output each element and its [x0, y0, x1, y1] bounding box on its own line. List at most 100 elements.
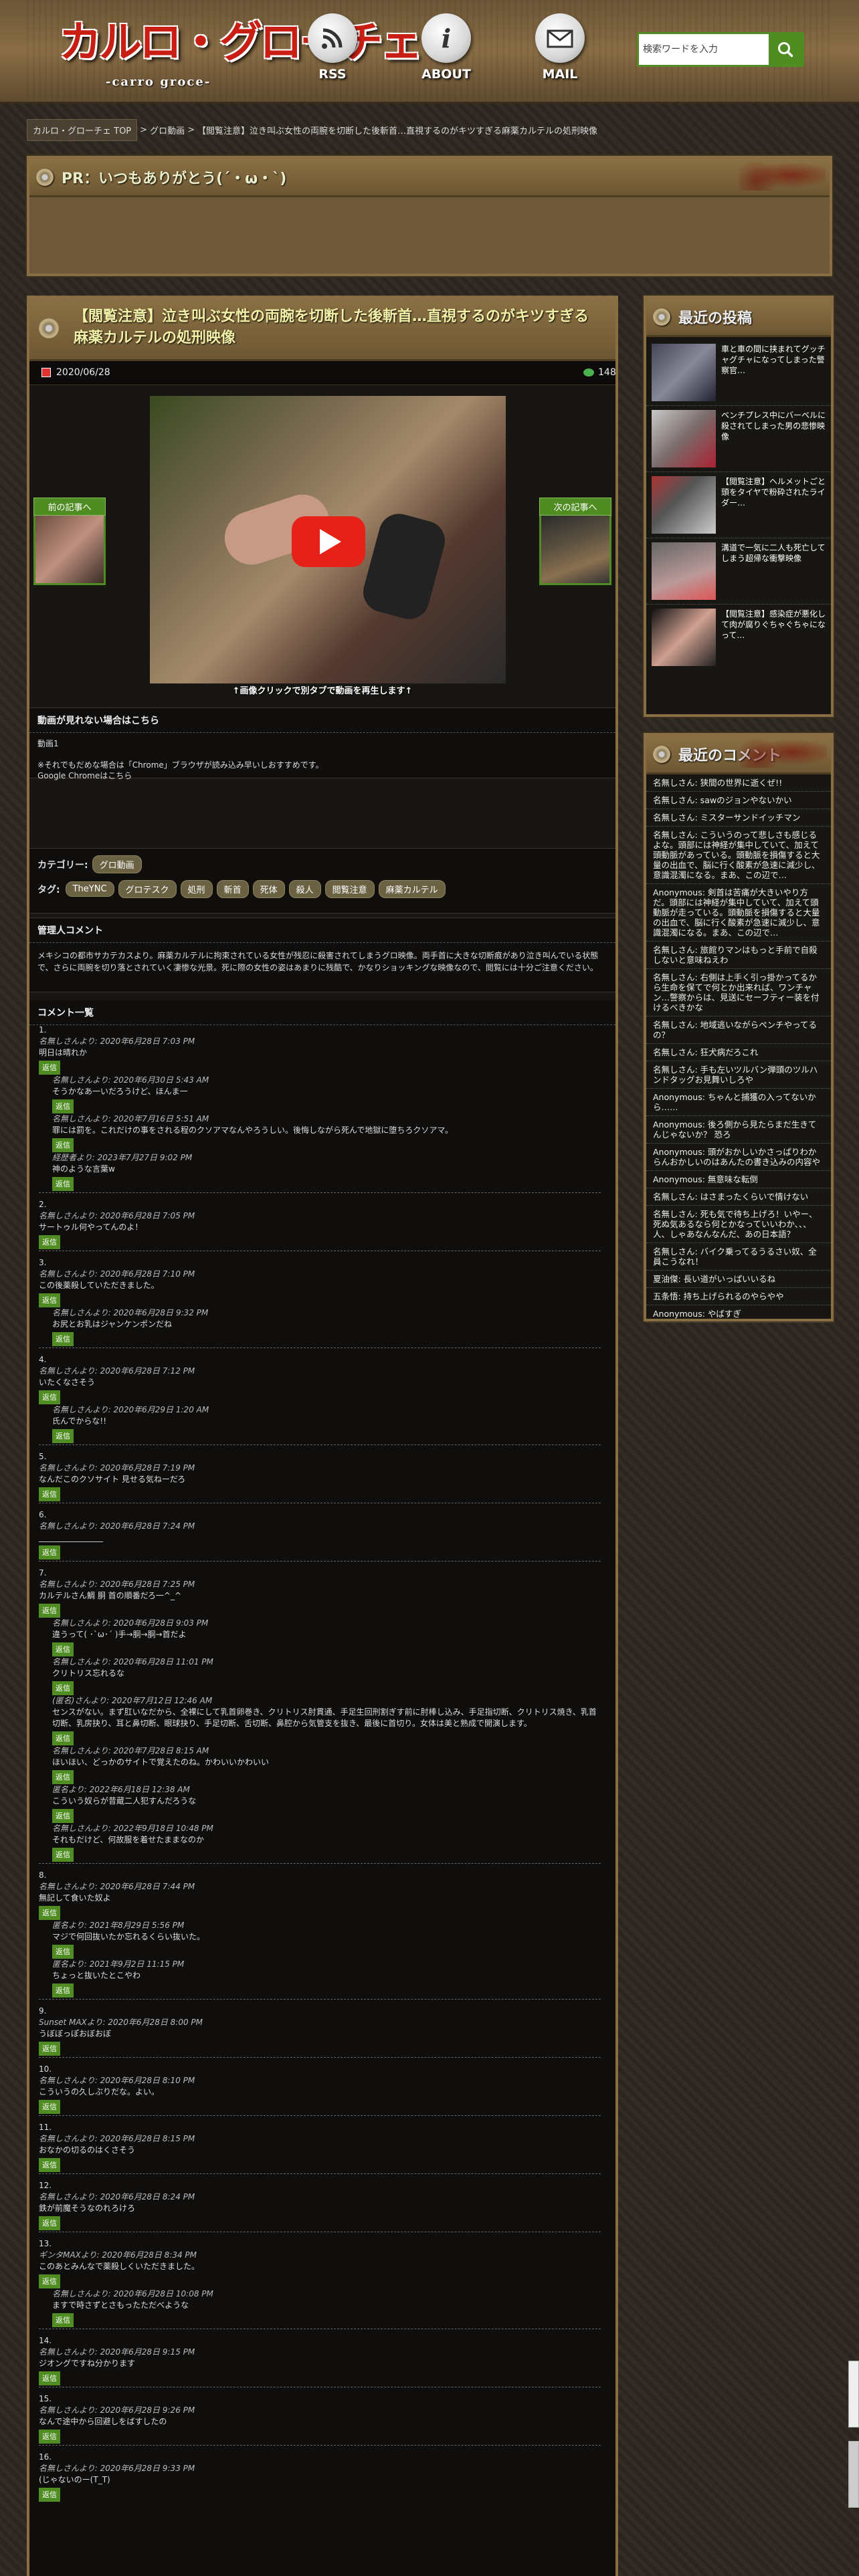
reply-button[interactable]: 返信 — [39, 2158, 60, 2172]
recent-comment-item[interactable]: Anonymous: 頭がおかしいかさっぱりわからんおかしいのはあんたの書き込み… — [646, 1144, 831, 1171]
prev-article-link[interactable]: 前の記事へ — [33, 498, 106, 585]
recent-comment-item[interactable]: 名無しさん: ミスターサンドイッチマン — [646, 809, 831, 827]
alt-video-link[interactable]: 動画1 — [37, 738, 607, 749]
tag-link[interactable]: 殺人 — [288, 880, 321, 898]
recent-comment-item[interactable]: 名無しさん: バイク乗ってるうるさい奴、全員こうなれ！ — [646, 1243, 831, 1271]
recent-comment-item[interactable]: Anonymous: 後ろ側から見たらまだ生きてんじゃないか？ 恐ろ — [646, 1116, 831, 1144]
nav-rss-button[interactable]: RSS — [296, 13, 369, 87]
reply-button[interactable]: 返信 — [52, 1099, 74, 1113]
reply-button[interactable]: 返信 — [52, 1770, 74, 1784]
recent-comment-item[interactable]: Anonymous: 剣首は苦痛が大きいやり方だ。頭部には神経が集中していて、加… — [646, 884, 831, 942]
reply-button[interactable]: 返信 — [39, 1061, 60, 1075]
site-logo[interactable]: カルロ・グローチェ -carro groce- — [59, 8, 423, 95]
reply-button[interactable]: 返信 — [39, 1906, 60, 1920]
comment-separator — [39, 1444, 601, 1445]
comment-separator — [39, 1999, 601, 2000]
recent-post-item[interactable]: 【閲覧注意】感染症が悪化して肉が腐りぐちゃぐちゃになって… — [646, 605, 831, 670]
recent-post-item[interactable]: 溝道で一気に二人も死亡してしまう超帰な衝撃映像 — [646, 538, 831, 605]
recent-comment-item[interactable]: 名無しさん: 地域逃いながらペンチやってるの？ — [646, 1016, 831, 1044]
article-comment-count[interactable]: 148 — [598, 367, 616, 378]
reply-button[interactable]: 返信 — [52, 1429, 74, 1443]
reply-button[interactable]: 返信 — [52, 1138, 74, 1152]
tag-link[interactable]: TheYNC — [65, 881, 114, 897]
article-main: 【閲覧注意】泣き叫ぶ女性の両腕を切断した後斬首…直視するのがキツすぎる麻薬カルテ… — [27, 296, 618, 2576]
recent-comments-title-bar: 最近のコメント — [646, 736, 831, 774]
side-ad-banner[interactable] — [848, 2441, 859, 2508]
recent-comment-item[interactable]: 五条悟: 持ち上げられるのやらやや — [646, 1288, 831, 1305]
reply-button[interactable]: 返信 — [52, 1731, 74, 1745]
search-button[interactable] — [769, 34, 802, 65]
tag-link[interactable]: グロテスク — [118, 880, 177, 898]
recent-comment-item[interactable]: 夏油傑: 長い道がいっぱいいるね — [646, 1271, 831, 1288]
reply-button[interactable]: 返信 — [52, 1848, 74, 1862]
comment-author: 名無しさんより: 2020年6月28日 8:24 PM — [39, 2192, 195, 2202]
reply-button[interactable]: 返信 — [52, 1809, 74, 1823]
reply-button[interactable]: 返信 — [52, 1945, 74, 1959]
recent-comment-item[interactable]: Anonymous: やばすぎ — [646, 1305, 831, 1323]
reply-button[interactable]: 返信 — [52, 1332, 74, 1346]
nav-mail-button[interactable]: MAIL — [523, 13, 597, 87]
recent-comment-item[interactable]: 名無しさん: 狂犬病だろこれ — [646, 1044, 831, 1061]
reply-button[interactable]: 返信 — [39, 2488, 60, 2502]
comment-item: 5. 名無しさんより: 2020年6月28日 7:19 PM なんだこのクソサイト … — [39, 1451, 601, 1501]
reply-button[interactable]: 返信 — [39, 1545, 60, 1560]
category-tag[interactable]: グロ動画 — [92, 855, 142, 873]
recent-comment-item[interactable]: 名無しさん: 狭間の世界に逝くぜ!! — [646, 774, 831, 792]
comment-text: なんで途中から回避しをばすしたの — [39, 2417, 167, 2426]
bolt-icon — [39, 318, 59, 338]
reply-button[interactable]: 返信 — [39, 1293, 60, 1307]
reply-button[interactable]: 返信 — [52, 2313, 74, 2327]
comment-text: (じゃないのー(T_T) — [39, 2475, 110, 2484]
breadcrumb-top-link[interactable]: カルロ・グローチェ TOP — [27, 118, 138, 141]
search-input[interactable] — [643, 39, 763, 60]
reply-button[interactable]: 返信 — [39, 1235, 60, 1249]
breadcrumb-category-link[interactable]: グロ動画 — [150, 124, 185, 136]
comment-author: 名無しさんより: 2020年6月28日 7:05 PM — [39, 1211, 195, 1220]
reply-button[interactable]: 返信 — [39, 2216, 60, 2230]
comment-item: 8. 名無しさんより: 2020年6月28日 7:44 PM 無記して食いた奴よ 返信 — [39, 1870, 601, 1920]
comment-author: 名無しさんより: 2020年6月28日 9:32 PM — [52, 1308, 209, 1317]
reply-button[interactable]: 返信 — [39, 1390, 60, 1404]
reply-button[interactable]: 返信 — [39, 1487, 60, 1501]
tag-link[interactable]: 斬首 — [216, 880, 249, 898]
recent-comment-item[interactable]: Anonymous: 無意味な転倒 — [646, 1171, 831, 1188]
youtube-play-icon[interactable] — [292, 516, 365, 567]
tag-link[interactable]: 死体 — [252, 880, 285, 898]
reply-button[interactable]: 返信 — [39, 2100, 60, 2114]
reply-button[interactable]: 返信 — [39, 2042, 60, 2056]
recent-post-item[interactable]: ベンチプレス中にバーベルに殺されてしまった男の悲惨映像 — [646, 406, 831, 472]
reply-button[interactable]: 返信 — [39, 2371, 60, 2385]
comment-separator — [39, 2115, 601, 2116]
recent-comment-item[interactable]: 名無しさん: 死も気で待ち上げろ！いやー、死ぬ気あるなら何とかなっていいわか、、… — [646, 1206, 831, 1243]
nav-mail-label: MAIL — [542, 67, 578, 82]
video-thumbnail[interactable] — [150, 396, 506, 683]
recent-post-item[interactable]: 車と車の間に挟まれてグッチャグチャになってしまった警察官… — [646, 340, 831, 406]
reply-button[interactable]: 返信 — [52, 1177, 74, 1191]
manager-comment-text: メキシコの都市サカテカスより。麻薬カルテルに拘束されている女性が残忍に殺害されて… — [37, 951, 599, 972]
recent-comment-item[interactable]: 名無しさん: 手も左いツルバン弾頭のツルハンドタッグお見舞いしろや — [646, 1061, 831, 1089]
reply-button[interactable]: 返信 — [52, 1681, 74, 1695]
tag-link[interactable]: 閲覧注意 — [324, 880, 375, 898]
recent-comment-item[interactable]: 名無しさん: はさまったくらいで情けない — [646, 1188, 831, 1206]
recent-comment-item[interactable]: 名無しさん: 旅館りマンはもっと手前で自殺しないと意味ねえわ — [646, 942, 831, 969]
reply-button[interactable]: 返信 — [39, 2274, 60, 2288]
comment-author: (匿名)さんより: 2020年7月12日 12:46 AM — [52, 1696, 213, 1705]
reply-button[interactable]: 返信 — [52, 1983, 74, 1998]
tag-link[interactable]: 処刑 — [180, 880, 213, 898]
recent-comment-item[interactable]: 名無しさん: こういうのって悲しさも感じるよな。頭部には神経が集中していて、加え… — [646, 827, 831, 884]
side-ad-banner[interactable] — [848, 2361, 859, 2428]
tag-link[interactable]: 麻薬カルテル — [378, 880, 446, 898]
reply-button[interactable]: 返信 — [39, 1604, 60, 1618]
comment-text: クリトリス忘れるな — [52, 1669, 125, 1678]
recent-comment-item[interactable]: 名無しさん: sawのジョンやないかい — [646, 792, 831, 809]
reply-button[interactable]: 返信 — [39, 2430, 60, 2444]
reply-button[interactable]: 返信 — [52, 1642, 74, 1656]
recent-comment-item[interactable]: Anonymous: ちゃんと捕獲の入ってないから…… — [646, 1089, 831, 1116]
comment-item: 名無しさんより: 2020年7月28日 8:15 AM ほいほい、どっかのサイトで… — [52, 1745, 601, 1784]
comment-author: 名無しさんより: 2020年6月28日 7:24 PM — [39, 1521, 195, 1531]
nav-about-button[interactable]: i ABOUT — [409, 13, 483, 87]
chrome-download-link[interactable]: Google Chromeはこちら — [37, 770, 607, 781]
recent-post-item[interactable]: 【閲覧注意】ヘルメットごと頭をタイヤで粉砕されたライダー… — [646, 472, 831, 538]
next-article-link[interactable]: 次の記事へ — [539, 498, 611, 585]
recent-comment-item[interactable]: 名無しさん: 右側は上手く引っ掛かってるから生命を保てで何とか出来れば、ワンチャ… — [646, 969, 831, 1016]
